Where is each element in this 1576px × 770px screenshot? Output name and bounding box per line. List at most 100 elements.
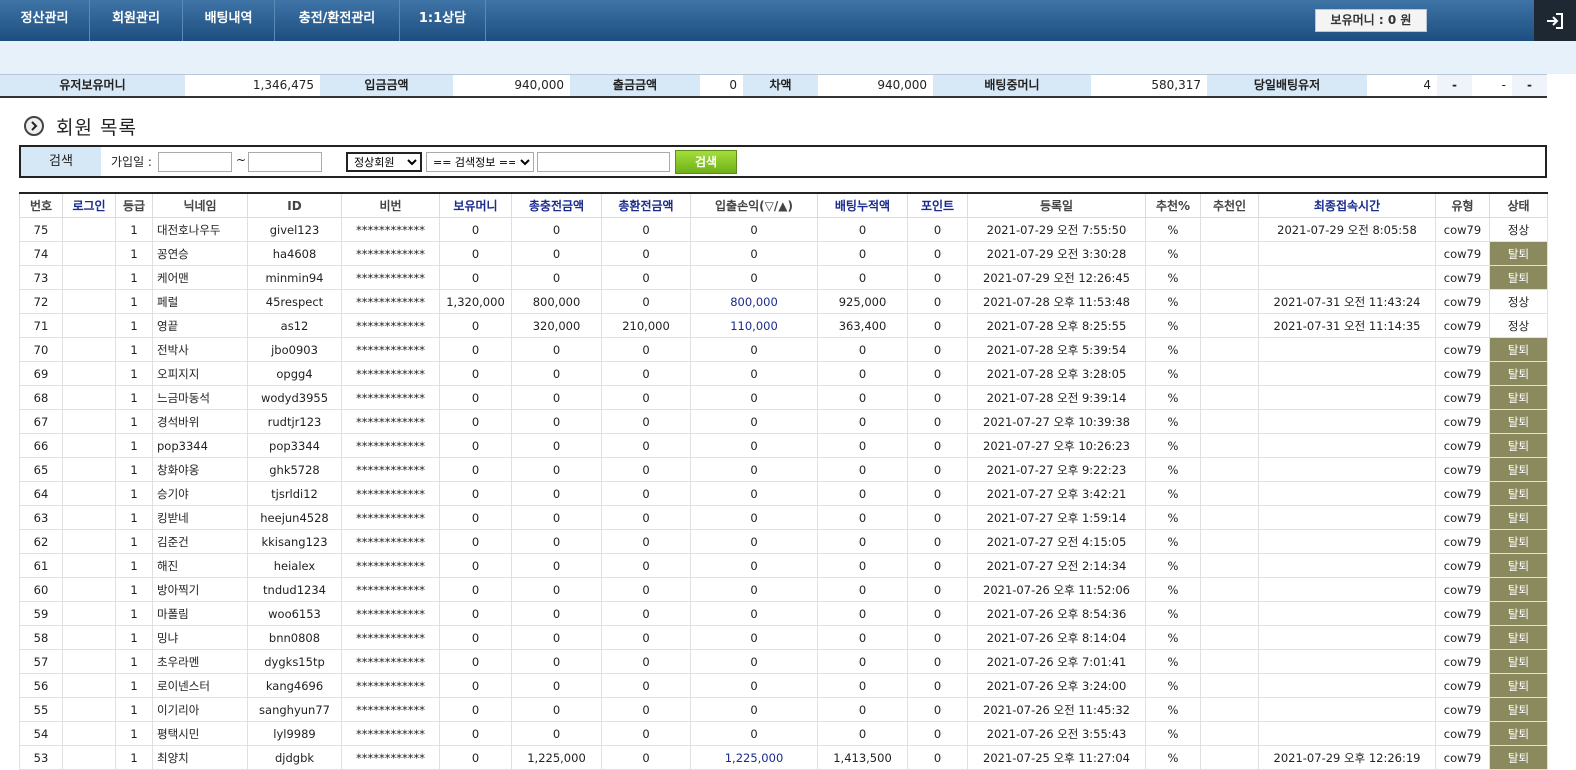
- table-row[interactable]: 74 1 꽁연승 ha4608 ************ 0 0 0 0 0 0 2021-07-29…: [19, 241, 1548, 266]
- table-cell[interactable]: 오피지지: [152, 361, 248, 386]
- table-cell[interactable]: 대전호나우두: [152, 217, 248, 242]
- table-cell[interactable]: 킹받네: [152, 505, 248, 530]
- table-cell[interactable]: 경석바위: [152, 409, 248, 434]
- table-cell[interactable]: 방아찍기: [152, 577, 248, 602]
- table-cell[interactable]: givel123: [247, 217, 342, 242]
- column-header[interactable]: 유형: [1435, 192, 1490, 218]
- table-cell[interactable]: dygks15tp: [247, 649, 342, 674]
- table-row[interactable]: 54 1 평택시민 lyl9989 ************ 0 0 0 0 0 0 2021-07-…: [19, 721, 1548, 746]
- table-cell[interactable]: pop3344: [247, 433, 342, 458]
- table-cell[interactable]: 전박사: [152, 337, 248, 362]
- column-header[interactable]: 보유머니: [439, 192, 512, 218]
- column-header[interactable]: 상태: [1489, 192, 1548, 218]
- column-header[interactable]: 최종접속시간: [1258, 192, 1436, 218]
- column-header[interactable]: ID: [247, 192, 342, 218]
- table-cell[interactable]: heejun4528: [247, 505, 342, 530]
- table-cell[interactable]: 창화야옹: [152, 457, 248, 482]
- column-header[interactable]: 로그인: [62, 192, 116, 218]
- table-cell[interactable]: ha4608: [247, 241, 342, 266]
- table-row[interactable]: 72 1 페럴 45respect ************ 1,320,000 800,0…: [19, 289, 1548, 314]
- table-cell[interactable]: 최양치: [152, 745, 248, 770]
- table-cell[interactable]: tjsrldi12: [247, 481, 342, 506]
- table-cell[interactable]: djdgbk: [247, 745, 342, 770]
- search-button[interactable]: 검색: [675, 150, 737, 174]
- table-cell[interactable]: 승기야: [152, 481, 248, 506]
- nav-item-settlement[interactable]: 정산관리: [0, 0, 90, 41]
- table-row[interactable]: 53 1 최양치 djdgbk ************ 0 1,225,000 0 1,225…: [19, 745, 1548, 770]
- table-cell: 61: [19, 553, 63, 578]
- table-cell[interactable]: lyl9989: [247, 721, 342, 746]
- table-cell[interactable]: 45respect: [247, 289, 342, 314]
- column-header[interactable]: 비번: [341, 192, 440, 218]
- table-cell[interactable]: 페럴: [152, 289, 248, 314]
- nav-item-betting[interactable]: 배팅내역: [183, 0, 275, 41]
- table-cell[interactable]: 이기리아: [152, 697, 248, 722]
- table-row[interactable]: 59 1 마폴림 woo6153 ************ 0 0 0 0 0 0 2021-07-2…: [19, 601, 1548, 626]
- column-header[interactable]: 배팅누적액: [817, 192, 908, 218]
- join-date-start-input[interactable]: [158, 152, 232, 172]
- table-row[interactable]: 75 1 대전호나우두 givel123 ************ 0 0 0 0 0 0 2021-…: [19, 217, 1548, 242]
- table-cell[interactable]: as12: [247, 313, 342, 338]
- column-header[interactable]: 입출손익(▽/▲): [690, 192, 818, 218]
- member-status-select[interactable]: 정상회원: [346, 152, 422, 172]
- table-cell[interactable]: pop3344: [152, 433, 248, 458]
- column-header[interactable]: 등급: [115, 192, 153, 218]
- table-row[interactable]: 66 1 pop3344 pop3344 ************ 0 0 0 0 0 0 2021-…: [19, 433, 1548, 458]
- table-cell[interactable]: 평택시민: [152, 721, 248, 746]
- table-cell[interactable]: 마폴림: [152, 601, 248, 626]
- search-keyword-input[interactable]: [537, 152, 670, 172]
- column-header[interactable]: 포인트: [907, 192, 968, 218]
- table-cell[interactable]: 밍냐: [152, 625, 248, 650]
- table-row[interactable]: 63 1 킹받네 heejun4528 ************ 0 0 0 0 0 0 2021-0…: [19, 505, 1548, 530]
- table-cell[interactable]: ghk5728: [247, 457, 342, 482]
- column-header[interactable]: 번호: [19, 192, 63, 218]
- table-cell[interactable]: 김준건: [152, 529, 248, 554]
- join-date-end-input[interactable]: [248, 152, 322, 172]
- table-cell[interactable]: opgg4: [247, 361, 342, 386]
- column-header[interactable]: 추천%: [1145, 192, 1201, 218]
- search-info-select[interactable]: == 검색정보 ==: [426, 152, 534, 172]
- table-cell[interactable]: heialex: [247, 553, 342, 578]
- table-row[interactable]: 60 1 방아찍기 tndud1234 ************ 0 0 0 0 0 0 2021-0…: [19, 577, 1548, 602]
- table-row[interactable]: 55 1 이기리아 sanghyun77 ************ 0 0 0 0 0 0 2021-…: [19, 697, 1548, 722]
- table-row[interactable]: 56 1 로이넨스터 kang4696 ************ 0 0 0 0 0 0 2021-0…: [19, 673, 1548, 698]
- table-cell[interactable]: kkisang123: [247, 529, 342, 554]
- table-cell[interactable]: 초우라멘: [152, 649, 248, 674]
- table-cell[interactable]: 영끝: [152, 313, 248, 338]
- logout-button[interactable]: [1534, 0, 1576, 41]
- table-cell[interactable]: minmin94: [247, 265, 342, 290]
- table-row[interactable]: 70 1 전박사 jbo0903 ************ 0 0 0 0 0 0 2021-07-2…: [19, 337, 1548, 362]
- table-row[interactable]: 57 1 초우라멘 dygks15tp ************ 0 0 0 0 0 0 2021-0…: [19, 649, 1548, 674]
- table-row[interactable]: 73 1 케어맨 minmin94 ************ 0 0 0 0 0 0 2021-07-…: [19, 265, 1548, 290]
- table-cell[interactable]: 해진: [152, 553, 248, 578]
- column-header[interactable]: 닉네임: [152, 192, 248, 218]
- nav-item-support[interactable]: 1:1상담: [400, 0, 486, 41]
- table-row[interactable]: 62 1 김준건 kkisang123 ************ 0 0 0 0 0 0 2021-0…: [19, 529, 1548, 554]
- nav-item-charge-exchange[interactable]: 충전/환전관리: [275, 0, 400, 41]
- table-cell[interactable]: 꽁연승: [152, 241, 248, 266]
- table-row[interactable]: 61 1 해진 heialex ************ 0 0 0 0 0 0 2021-07-27…: [19, 553, 1548, 578]
- table-cell[interactable]: tndud1234: [247, 577, 342, 602]
- column-header[interactable]: 총충전금액: [511, 192, 602, 218]
- table-row[interactable]: 68 1 느금마동석 wodyd3955 ************ 0 0 0 0 0 0 2021-…: [19, 385, 1548, 410]
- table-row[interactable]: 65 1 창화야옹 ghk5728 ************ 0 0 0 0 0 0 2021-07-…: [19, 457, 1548, 482]
- table-row[interactable]: 58 1 밍냐 bnn0808 ************ 0 0 0 0 0 0 2021-07-26…: [19, 625, 1548, 650]
- table-cell[interactable]: 로이넨스터: [152, 673, 248, 698]
- column-header[interactable]: 총환전금액: [601, 192, 691, 218]
- table-row[interactable]: 69 1 오피지지 opgg4 ************ 0 0 0 0 0 0 2021-07-28…: [19, 361, 1548, 386]
- column-header[interactable]: 등록일: [967, 192, 1146, 218]
- table-cell[interactable]: 느금마동석: [152, 385, 248, 410]
- table-cell[interactable]: rudtjr123: [247, 409, 342, 434]
- table-cell[interactable]: 케어맨: [152, 265, 248, 290]
- table-cell[interactable]: jbo0903: [247, 337, 342, 362]
- table-row[interactable]: 67 1 경석바위 rudtjr123 ************ 0 0 0 0 0 0 2021-0…: [19, 409, 1548, 434]
- table-cell[interactable]: wodyd3955: [247, 385, 342, 410]
- table-cell[interactable]: bnn0808: [247, 625, 342, 650]
- table-cell[interactable]: sanghyun77: [247, 697, 342, 722]
- nav-item-members[interactable]: 회원관리: [90, 0, 183, 41]
- table-row[interactable]: 64 1 승기야 tjsrldi12 ************ 0 0 0 0 0 0 2021-07…: [19, 481, 1548, 506]
- table-cell[interactable]: kang4696: [247, 673, 342, 698]
- table-cell[interactable]: woo6153: [247, 601, 342, 626]
- table-row[interactable]: 71 1 영끝 as12 ************ 0 320,000 210,000 110,…: [19, 313, 1548, 338]
- column-header[interactable]: 추천인: [1200, 192, 1259, 218]
